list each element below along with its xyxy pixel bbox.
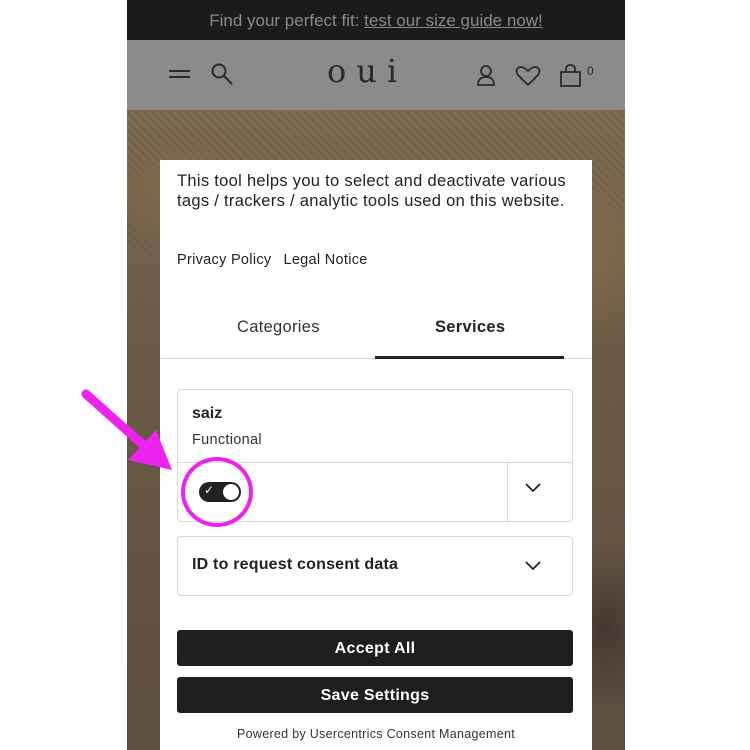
menu-icon[interactable] (169, 64, 191, 86)
accept-all-button[interactable]: Accept All (177, 630, 573, 666)
search-icon[interactable] (210, 62, 234, 86)
annotation-arrow-icon (81, 389, 172, 470)
chevron-down-icon[interactable] (524, 560, 542, 572)
heart-icon[interactable] (515, 65, 541, 87)
service-name: saiz (192, 405, 223, 422)
cart-count: 0 (587, 64, 594, 78)
service-category: Functional (192, 432, 262, 448)
chevron-down-icon[interactable] (524, 482, 542, 494)
powered-by-text: Powered by Usercentrics Consent Manageme… (236, 727, 515, 741)
card-vertical-divider (507, 462, 508, 521)
user-icon[interactable] (476, 64, 496, 86)
consent-intro-text: This tool helps you to select and deacti… (177, 172, 566, 210)
save-settings-button[interactable]: Save Settings (177, 677, 573, 713)
privacy-policy-link[interactable]: Privacy Policy (177, 252, 271, 268)
legal-notice-link[interactable]: Legal Notice (283, 252, 367, 268)
tab-categories[interactable]: Categories (237, 318, 320, 337)
service-card-consent-id[interactable]: ID to request consent data (177, 536, 573, 596)
brand-logo[interactable]: oui (327, 52, 407, 90)
annotation-circle (181, 457, 253, 527)
consent-modal: This tool helps you to select and deacti… (160, 160, 592, 750)
size-guide-link[interactable]: test our size guide now! (364, 11, 543, 30)
tab-services[interactable]: Services (435, 318, 505, 337)
active-tab-indicator (375, 356, 564, 359)
site-header: oui 0 (127, 40, 625, 110)
service-name: ID to request consent data (192, 556, 399, 573)
promo-banner: Find your perfect fit: test our size gui… (127, 0, 625, 40)
policy-links: Privacy Policy Legal Notice (177, 252, 380, 268)
promo-text: Find your perfect fit: (209, 11, 365, 30)
bag-icon[interactable] (559, 64, 583, 88)
